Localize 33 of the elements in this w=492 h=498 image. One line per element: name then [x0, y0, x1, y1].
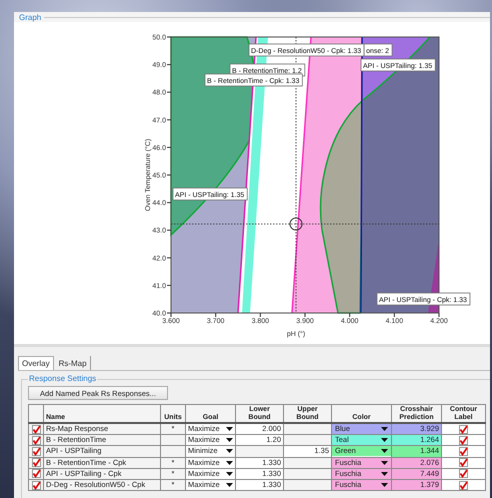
tick-mark	[394, 312, 395, 318]
tick-mark	[166, 36, 172, 38]
checkbox[interactable]	[32, 436, 40, 445]
tab[interactable]: Overlay	[18, 356, 54, 370]
checkbox[interactable]	[459, 480, 468, 490]
checkbox[interactable]	[459, 458, 468, 468]
tick-mark	[260, 312, 261, 318]
checkbox[interactable]	[459, 469, 468, 478]
tick-mark	[166, 119, 172, 120]
checkbox[interactable]	[459, 424, 468, 434]
checkbox[interactable]	[32, 480, 40, 490]
group-title: Response Settings	[28, 374, 98, 383]
tick-mark	[166, 257, 172, 258]
tick-mark	[166, 146, 172, 148]
tick-mark	[166, 174, 172, 176]
checkbox[interactable]	[459, 436, 468, 445]
group-title: Graph	[19, 12, 42, 22]
checkbox[interactable]	[32, 446, 40, 456]
checkbox[interactable]	[32, 458, 40, 468]
tick-mark	[166, 92, 172, 93]
tick-mark	[304, 312, 306, 318]
tick-mark	[166, 230, 172, 231]
tick-mark	[349, 312, 350, 318]
crosshair-marker	[290, 218, 302, 230]
checkbox[interactable]	[32, 469, 40, 478]
tick-mark	[215, 312, 216, 318]
checkbox[interactable]	[459, 446, 468, 456]
tick-mark	[166, 64, 172, 66]
checkbox[interactable]	[32, 424, 40, 434]
tick-mark	[166, 202, 172, 204]
tick-mark	[166, 284, 172, 286]
tick-mark	[438, 312, 440, 318]
tab[interactable]: Rs-Map	[56, 356, 91, 370]
